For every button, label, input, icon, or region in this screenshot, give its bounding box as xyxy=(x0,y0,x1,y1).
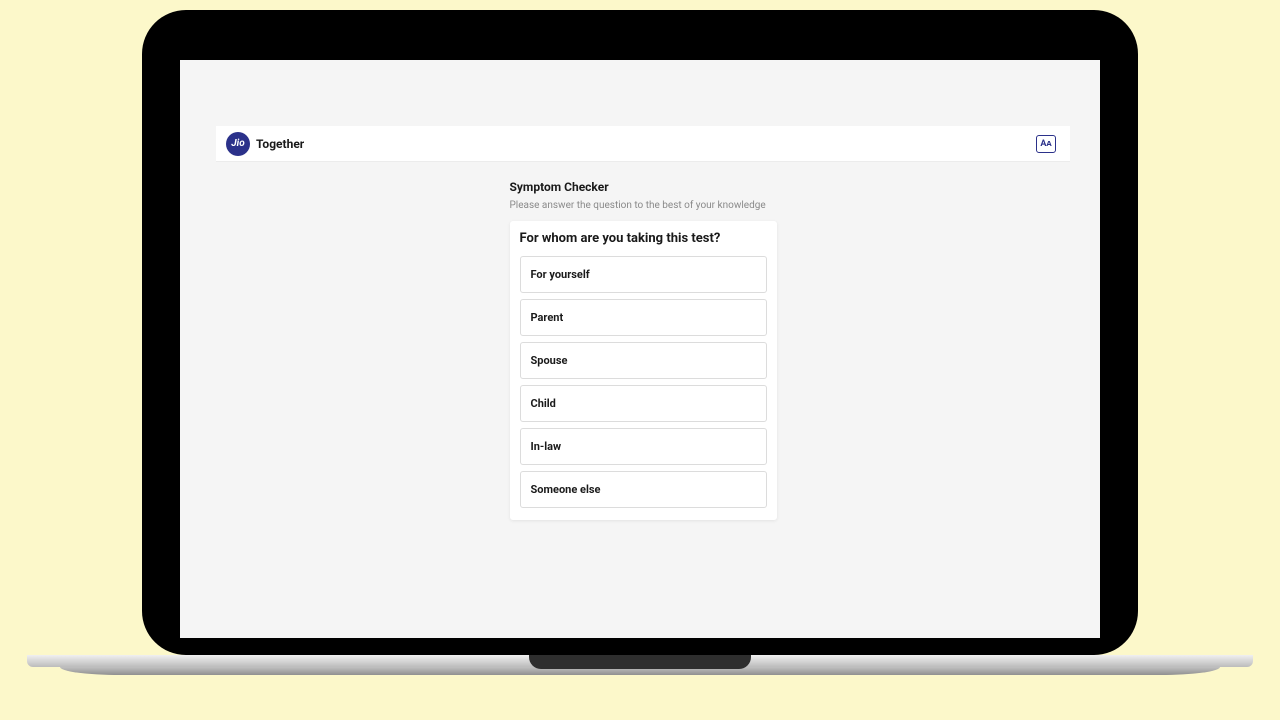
laptop-mockup: Jio Together Aᴀ Symptom Checker Please a… xyxy=(142,10,1138,690)
option-label: Child xyxy=(531,397,556,410)
option-label: In-law xyxy=(531,440,562,453)
option-label: For yourself xyxy=(531,268,590,281)
section-header: Symptom Checker Please answer the questi… xyxy=(510,180,777,211)
laptop-notch xyxy=(529,655,751,669)
laptop-screen-inner: Jio Together Aᴀ Symptom Checker Please a… xyxy=(180,60,1100,638)
question-card: For whom are you taking this test? For y… xyxy=(510,221,777,520)
question-text: For whom are you taking this test? xyxy=(520,231,767,246)
section-subtitle: Please answer the question to the best o… xyxy=(510,200,777,211)
laptop-base-top xyxy=(27,655,1253,667)
option-for-yourself[interactable]: For yourself xyxy=(520,256,767,293)
option-in-law[interactable]: In-law xyxy=(520,428,767,465)
brand-logo-icon: Jio xyxy=(226,132,250,156)
brand-name: Together xyxy=(256,137,304,151)
option-someone-else[interactable]: Someone else xyxy=(520,471,767,508)
language-button[interactable]: Aᴀ xyxy=(1036,135,1056,153)
app-body: Symptom Checker Please answer the questi… xyxy=(216,162,1070,616)
option-label: Someone else xyxy=(531,483,601,496)
laptop-base xyxy=(27,655,1253,691)
option-child[interactable]: Child xyxy=(520,385,767,422)
option-spouse[interactable]: Spouse xyxy=(520,342,767,379)
section-title: Symptom Checker xyxy=(510,180,777,194)
brand: Jio Together xyxy=(226,132,304,156)
app-header: Jio Together Aᴀ xyxy=(216,126,1070,162)
app-container: Jio Together Aᴀ Symptom Checker Please a… xyxy=(216,126,1070,616)
option-label: Parent xyxy=(531,311,564,324)
laptop-screen-frame: Jio Together Aᴀ Symptom Checker Please a… xyxy=(142,10,1138,655)
option-parent[interactable]: Parent xyxy=(520,299,767,336)
option-label: Spouse xyxy=(531,354,568,367)
